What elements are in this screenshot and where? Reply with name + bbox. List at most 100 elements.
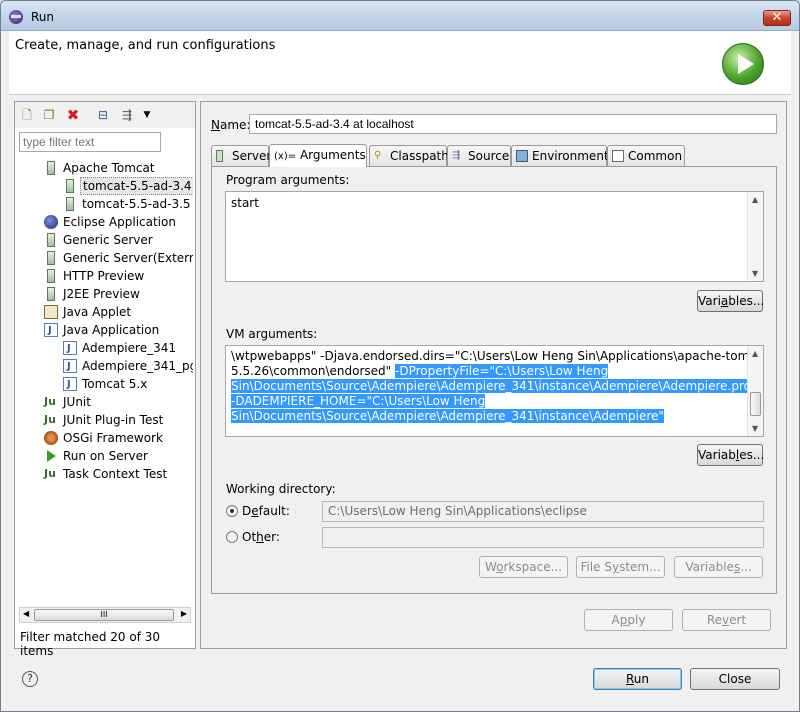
delete-configuration-icon[interactable]: ✖: [65, 107, 81, 123]
vm-arguments-label: VM arguments:: [226, 327, 318, 341]
default-radio-label: Default:: [242, 504, 290, 518]
tab-arguments[interactable]: (x)= Arguments: [269, 144, 367, 167]
tab-classpath[interactable]: ⚲ Classpath: [369, 145, 449, 166]
classpath-icon: ⚲: [374, 150, 382, 161]
program-arguments-text: start: [231, 196, 259, 210]
tab-label: Classpath: [390, 149, 449, 163]
revert-button[interactable]: Revert: [682, 609, 771, 631]
tree-item-label: Adempiere_341: [82, 341, 176, 355]
configurations-pane: 🗋 ❐ ✖ ⊟ ⇶ ▼ Apache Tomcat tomcat-5.5-ad-3…: [14, 101, 196, 658]
scrollbar-thumb[interactable]: III: [34, 609, 174, 621]
tree-item-label: Tomcat 5.x: [82, 377, 148, 391]
common-icon: [612, 150, 624, 162]
java-app-icon: [63, 340, 77, 358]
server-icon: [47, 251, 55, 265]
vm-arguments-textarea[interactable]: \wtpwebapps" -Djava.endorsed.dirs="C:\Us…: [225, 345, 764, 437]
junit-icon: Ju: [44, 395, 56, 408]
run-dialog: Run ✕ Create, manage, and run configurat…: [0, 0, 800, 712]
tree-item-label: Java Application: [63, 323, 160, 337]
other-directory-field: [322, 527, 764, 548]
tree-item-label: Eclipse Application: [63, 215, 176, 229]
filter-input[interactable]: [19, 132, 161, 152]
program-variables-button[interactable]: Variables...: [697, 290, 764, 312]
environment-icon: [516, 150, 528, 162]
configurations-toolbar: 🗋 ❐ ✖ ⊟ ⇶ ▼: [15, 102, 195, 128]
close-button[interactable]: Close: [690, 668, 780, 690]
tree-horizontal-scrollbar[interactable]: ◀ III ▶: [19, 607, 191, 623]
collapse-all-icon[interactable]: ⊟: [95, 107, 111, 123]
chevron-down-icon[interactable]: ▼: [139, 107, 155, 123]
tree-item-label: tomcat-5.5-ad-3.5 at: [82, 197, 193, 211]
program-arguments-textarea[interactable]: start ▲ ▼: [225, 191, 764, 282]
java-app-icon: [63, 358, 77, 376]
osgi-icon: [44, 431, 58, 445]
eclipse-icon: [9, 10, 23, 24]
program-arguments-scrollbar[interactable]: ▲ ▼: [747, 192, 763, 281]
java-app-icon: [44, 322, 58, 340]
run-banner-icon: [722, 43, 764, 85]
new-configuration-icon[interactable]: 🗋: [19, 107, 35, 123]
scrollbar-thumb[interactable]: [750, 392, 761, 416]
vm-variables-button[interactable]: Variables...: [697, 444, 764, 466]
server-icon: [66, 197, 74, 211]
vm-line-2: 5.5.26\common\endorsed" -DPropertyFile="…: [231, 364, 758, 379]
configurations-tree: Apache Tomcat tomcat-5.5-ad-3.4 at tomcat-…: [15, 159, 193, 599]
scroll-down-icon[interactable]: ▼: [752, 424, 758, 433]
arguments-tab-content: Program arguments: start ▲ ▼ Variables..…: [211, 166, 777, 594]
tree-item-label: HTTP Preview: [63, 269, 145, 283]
server-icon: [47, 161, 55, 175]
server-icon: [47, 287, 55, 301]
vm-line-1: \wtpwebapps" -Djava.endorsed.dirs="C:\Us…: [231, 349, 764, 363]
server-icon: [216, 150, 223, 162]
window-title: Run: [31, 10, 55, 24]
scroll-up-icon[interactable]: ▲: [752, 195, 758, 204]
tree-item-label: OSGi Framework: [63, 431, 163, 445]
applet-icon: [44, 305, 58, 319]
vm-arguments-scrollbar[interactable]: ▲ ▼: [747, 346, 763, 436]
scroll-down-icon[interactable]: ▼: [752, 269, 758, 278]
duplicate-configuration-icon[interactable]: ❐: [41, 107, 57, 123]
tab-label: Source: [468, 149, 510, 163]
tree-item-label: J2EE Preview: [63, 287, 140, 301]
file-system-button[interactable]: File System...: [576, 556, 665, 578]
tab-environment[interactable]: Environment: [511, 145, 609, 166]
run-button[interactable]: Run: [593, 668, 682, 690]
other-radio-label: Other:: [242, 530, 280, 544]
tab-server[interactable]: Server: [211, 145, 271, 166]
default-radio[interactable]: [226, 505, 238, 517]
dialog-banner: Create, manage, and run configurations: [9, 31, 791, 95]
other-radio[interactable]: [226, 531, 238, 543]
name-label: Name:: [211, 118, 251, 132]
apply-button[interactable]: Apply: [584, 609, 673, 631]
working-directory-label: Working directory:: [226, 482, 336, 496]
tree-item-label: Generic Server: [63, 233, 153, 247]
tab-source[interactable]: ⇶ Source: [447, 145, 511, 166]
tab-label: Common: [628, 149, 683, 163]
workspace-button[interactable]: Workspace...: [479, 556, 568, 578]
scroll-right-icon[interactable]: ▶: [181, 609, 187, 618]
scroll-left-icon[interactable]: ◀: [23, 609, 29, 618]
window-close-button[interactable]: ✕: [763, 10, 791, 26]
title-bar: Run ✕: [1, 1, 799, 31]
vm-line-3: Sin\Documents\Source\Adempiere\Adempiere…: [231, 379, 763, 394]
tab-common[interactable]: Common: [607, 145, 685, 166]
vm-line-4: -DADEMPIERE_HOME="C:\Users\Low Heng: [231, 394, 758, 409]
help-icon[interactable]: ?: [22, 671, 38, 687]
tab-label: Environment: [532, 149, 609, 163]
tree-item-label: Generic Server(External L: [63, 251, 193, 265]
scroll-up-icon[interactable]: ▲: [752, 349, 758, 358]
configuration-editor: Name: Server (x)= Arguments ⚲ Classpath …: [200, 101, 787, 649]
configuration-tabs: Server (x)= Arguments ⚲ Classpath ⇶ Sour…: [211, 144, 777, 167]
tab-label: Arguments: [299, 148, 366, 162]
program-arguments-label: Program arguments:: [226, 173, 350, 187]
java-app-icon: [63, 376, 77, 394]
tree-item-label: Adempiere_341_pg: [82, 359, 193, 373]
filter-configurations-icon[interactable]: ⇶: [119, 107, 135, 123]
directory-variables-button[interactable]: Variables...: [674, 556, 763, 578]
name-field[interactable]: [249, 114, 777, 134]
server-icon: [47, 269, 55, 283]
vm-line-2-selected: -DPropertyFile="C:\Users\Low Heng: [395, 364, 609, 378]
arguments-icon: (x)=: [274, 151, 297, 162]
tree-item-label: tomcat-5.5-ad-3.4 at: [80, 177, 193, 195]
junit-icon: Ju: [44, 413, 56, 426]
